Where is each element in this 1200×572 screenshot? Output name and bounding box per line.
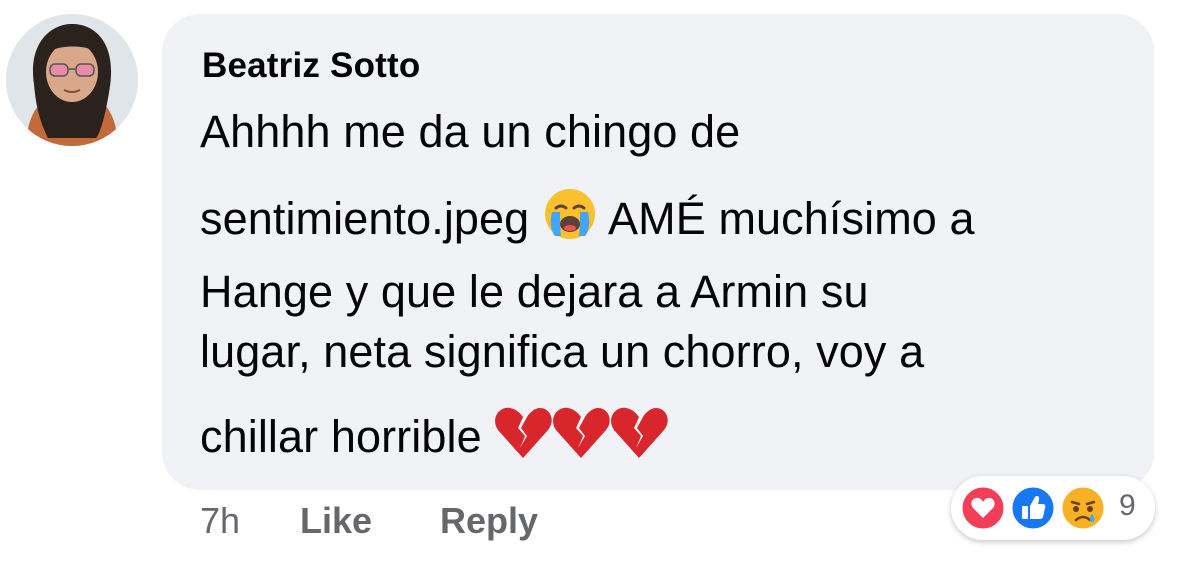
reaction-summary[interactable]: 9 — [951, 476, 1155, 540]
avatar[interactable] — [6, 14, 138, 146]
sad-reaction-icon — [1059, 484, 1107, 537]
love-reaction-icon — [959, 484, 1007, 537]
broken-heart-icon — [610, 406, 669, 460]
comment-text-line-4: lugar, neta significa un chorro, voy a — [200, 326, 925, 377]
reaction-count: 9 — [1119, 489, 1136, 522]
comment-author[interactable]: Beatriz Sotto — [202, 46, 420, 86]
comment-timestamp[interactable]: 7h — [200, 500, 240, 542]
comment-text-segment: AMÉ muchísimo a — [608, 193, 975, 244]
broken-heart-icon — [494, 406, 553, 460]
loudly-crying-face-icon — [542, 186, 598, 242]
reply-button[interactable]: Reply — [440, 500, 538, 542]
comment-text-segment: chillar horrible — [200, 411, 482, 462]
like-reaction-icon — [1009, 484, 1057, 537]
comment-text-line-5: chillar horrible — [200, 406, 669, 463]
comment-text-segment: sentimiento.jpeg — [200, 193, 530, 244]
comment-bubble: Beatriz Sotto Ahhhh me da un chingo de s… — [162, 14, 1154, 490]
like-button[interactable]: Like — [300, 500, 372, 542]
comment-text-line-2: sentimiento.jpeg AMÉ muchísimo a — [200, 186, 975, 245]
comment-text-line-3: Hange y que le dejara a Armin su — [200, 266, 869, 317]
broken-heart-icon — [552, 406, 611, 460]
profile-photo — [6, 14, 138, 146]
comment-text-line-1: Ahhhh me da un chingo de — [200, 106, 741, 157]
